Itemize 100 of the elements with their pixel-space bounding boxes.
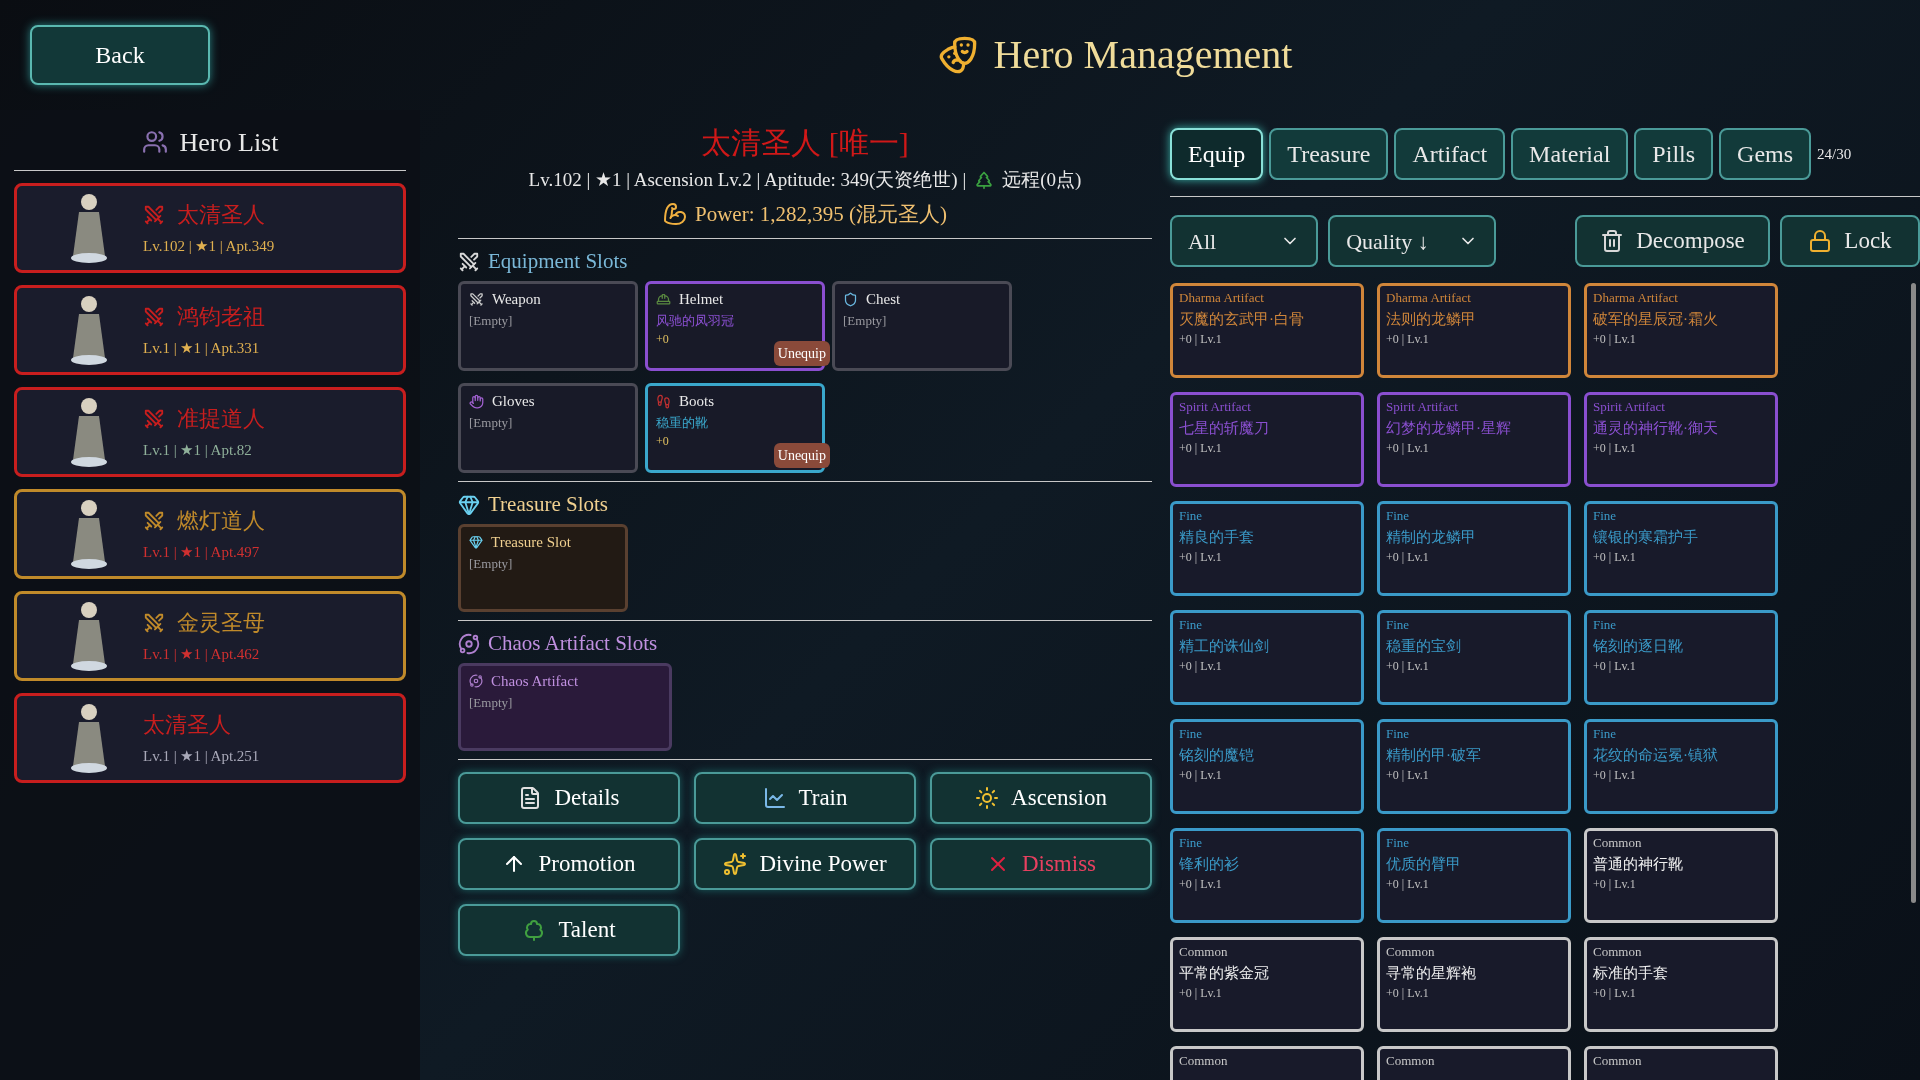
section-title: Treasure Slots xyxy=(488,491,608,519)
equipment-slot[interactable]: Gloves [Empty] xyxy=(458,383,638,473)
item-stats: +0 | Lv.1 xyxy=(1179,985,1222,1002)
item-name: 镶银的寒霜护手 xyxy=(1593,527,1698,547)
item-card[interactable]: Spirit Artifact 七星的斩魔刀 +0 | Lv.1 xyxy=(1170,392,1364,487)
item-card[interactable]: Spirit Artifact 幻梦的龙鳞甲·星辉 +0 | Lv.1 xyxy=(1377,392,1571,487)
item-card[interactable]: Common 普通的神行靴 +0 | Lv.1 xyxy=(1584,828,1778,923)
shield-icon xyxy=(843,291,858,307)
item-card[interactable]: Common 标准的手套 +0 | Lv.1 xyxy=(1584,937,1778,1032)
hero-stats: Lv.1 | ★1 | Apt.331 xyxy=(143,339,261,359)
item-name: 精工的诛仙剑 xyxy=(1179,636,1269,656)
item-card[interactable]: Fine 花纹的命运冕·镇狱 +0 | Lv.1 xyxy=(1584,719,1778,814)
item-card[interactable]: Dharma Artifact 灭魔的玄武甲·白骨 +0 | Lv.1 xyxy=(1170,283,1364,378)
category-tab[interactable]: Treasure xyxy=(1269,128,1389,180)
item-card[interactable]: Fine 精制的龙鳞甲 +0 | Lv.1 xyxy=(1377,501,1571,596)
chaos-artifact-slot[interactable]: Chaos Artifact [Empty] xyxy=(458,663,672,751)
hero-card[interactable]: 太清圣人 Lv.102 | ★1 | Apt.349 xyxy=(14,183,406,273)
scrollbar[interactable] xyxy=(1911,283,1916,903)
item-card[interactable]: Fine 稳重的宝剑 +0 | Lv.1 xyxy=(1377,610,1571,705)
item-stats: +0 | Lv.1 xyxy=(1593,767,1636,784)
crossed-swords-icon xyxy=(458,251,480,273)
action-button[interactable]: Dismiss xyxy=(930,838,1152,890)
sort-dropdown[interactable]: Quality ↓ xyxy=(1328,215,1497,267)
hero-card[interactable]: 燃灯道人 Lv.1 | ★1 | Apt.497 xyxy=(14,489,406,579)
item-card[interactable]: Fine 铭刻的魔铠 +0 | Lv.1 xyxy=(1170,719,1364,814)
item-stats: +0 | Lv.1 xyxy=(1593,440,1636,457)
item-grade: Dharma Artifact xyxy=(1386,289,1471,307)
item-card[interactable]: Fine 精工的诛仙剑 +0 | Lv.1 xyxy=(1170,610,1364,705)
item-name: 铭刻的魔铠 xyxy=(1179,745,1254,765)
slot-label: Gloves xyxy=(492,392,535,411)
hero-name: 燃灯道人 xyxy=(177,507,265,536)
treasure-slot[interactable]: Treasure Slot [Empty] xyxy=(458,524,628,612)
item-stats: +0 | Lv.1 xyxy=(1386,658,1429,675)
hero-card[interactable]: 太清圣人 Lv.1 | ★1 | Apt.251 xyxy=(14,693,406,783)
item-stats: +0 | Lv.1 xyxy=(1179,331,1222,348)
equipment-slot[interactable]: Chest [Empty] xyxy=(832,281,1012,371)
hero-name: 太清圣人 xyxy=(177,201,265,230)
item-name: 幻梦的龙鳞甲·星辉 xyxy=(1386,418,1511,438)
item-card[interactable]: Common xyxy=(1584,1046,1778,1080)
category-tab[interactable]: Equip xyxy=(1170,128,1264,180)
item-stats: +0 | Lv.1 xyxy=(1179,658,1222,675)
lock-button[interactable]: Lock xyxy=(1780,215,1920,267)
equipment-slot[interactable]: Weapon [Empty] xyxy=(458,281,638,371)
category-tab[interactable]: Material xyxy=(1511,128,1629,180)
category-tab[interactable]: Gems xyxy=(1719,128,1812,180)
plus-text: +0 xyxy=(656,331,669,348)
item-grade: Common xyxy=(1593,834,1642,852)
item-name: 通灵的神行靴·御天 xyxy=(1593,418,1718,438)
item-stats: +0 | Lv.1 xyxy=(1386,767,1429,784)
action-button[interactable]: Divine Power xyxy=(694,838,916,890)
hero-stats: Lv.1 | ★1 | Apt.82 xyxy=(143,441,253,461)
diamond-icon xyxy=(458,494,480,516)
item-card[interactable]: Dharma Artifact 法则的龙鳞甲 +0 | Lv.1 xyxy=(1377,283,1571,378)
category-tab[interactable]: Artifact xyxy=(1394,128,1506,180)
back-button[interactable]: Back xyxy=(30,25,210,85)
hero-card[interactable]: 准提道人 Lv.1 | ★1 | Apt.82 xyxy=(14,387,406,477)
item-grade: Fine xyxy=(1593,507,1617,525)
item-card[interactable]: Common xyxy=(1170,1046,1364,1080)
section-title: Equipment Slots xyxy=(488,248,628,276)
item-grade: Common xyxy=(1386,1052,1435,1070)
item-name: 普通的神行靴 xyxy=(1593,854,1683,874)
item-card[interactable]: Dharma Artifact 破军的星辰冠·霜火 +0 | Lv.1 xyxy=(1584,283,1778,378)
item-card[interactable]: Fine 镶银的寒霜护手 +0 | Lv.1 xyxy=(1584,501,1778,596)
item-card[interactable]: Common 平常的紫金冠 +0 | Lv.1 xyxy=(1170,937,1364,1032)
item-name: 锋利的衫 xyxy=(1179,854,1239,874)
item-card[interactable]: Common xyxy=(1377,1046,1571,1080)
item-name: 七星的斩魔刀 xyxy=(1179,418,1269,438)
item-card[interactable]: Common 寻常的星辉袍 +0 | Lv.1 xyxy=(1377,937,1571,1032)
item-grade: Fine xyxy=(1386,507,1410,525)
item-card[interactable]: Fine 锋利的衫 +0 | Lv.1 xyxy=(1170,828,1364,923)
item-card[interactable]: Fine 精良的手套 +0 | Lv.1 xyxy=(1170,501,1364,596)
item-card[interactable]: Fine 优质的臂甲 +0 | Lv.1 xyxy=(1377,828,1571,923)
category-tab[interactable]: Pills xyxy=(1634,128,1714,180)
swords-icon xyxy=(469,291,484,307)
slot-label: Chaos Artifact xyxy=(491,672,579,691)
hero-card[interactable]: 金灵圣母 Lv.1 | ★1 | Apt.462 xyxy=(14,591,406,681)
item-grade: Common xyxy=(1386,943,1435,961)
action-button[interactable]: Promotion xyxy=(458,838,680,890)
item-grade: Common xyxy=(1593,1052,1642,1070)
decompose-button[interactable]: Decompose xyxy=(1575,215,1770,267)
item-grade: Fine xyxy=(1593,725,1617,743)
hero-stats: Lv.1 | ★1 | Apt.497 xyxy=(143,543,261,563)
item-stats: +0 | Lv.1 xyxy=(1593,985,1636,1002)
unequip-button[interactable]: Unequip xyxy=(773,443,830,468)
unequip-button[interactable]: Unequip xyxy=(773,341,830,366)
item-name: 精制的龙鳞甲 xyxy=(1386,527,1476,547)
action-button[interactable]: Details xyxy=(458,772,680,824)
item-grade: Fine xyxy=(1593,616,1617,634)
action-button[interactable]: Train xyxy=(694,772,916,824)
item-card[interactable]: Spirit Artifact 通灵的神行靴·御天 +0 | Lv.1 xyxy=(1584,392,1778,487)
action-button[interactable]: Ascension xyxy=(930,772,1152,824)
action-button[interactable]: Talent xyxy=(458,904,680,956)
item-card[interactable]: Fine 精制的甲·破军 +0 | Lv.1 xyxy=(1377,719,1571,814)
helmet-icon xyxy=(656,291,671,307)
hero-stats: Lv.1 | ★1 | Apt.251 xyxy=(143,747,260,767)
filter-dropdown[interactable]: All xyxy=(1170,215,1319,267)
hero-card[interactable]: 鸿钧老祖 Lv.1 | ★1 | Apt.331 xyxy=(14,285,406,375)
item-card[interactable]: Fine 铭刻的逐日靴 +0 | Lv.1 xyxy=(1584,610,1778,705)
empty-text: [Empty] xyxy=(469,554,514,573)
item-stats: +0 | Lv.1 xyxy=(1386,549,1429,566)
